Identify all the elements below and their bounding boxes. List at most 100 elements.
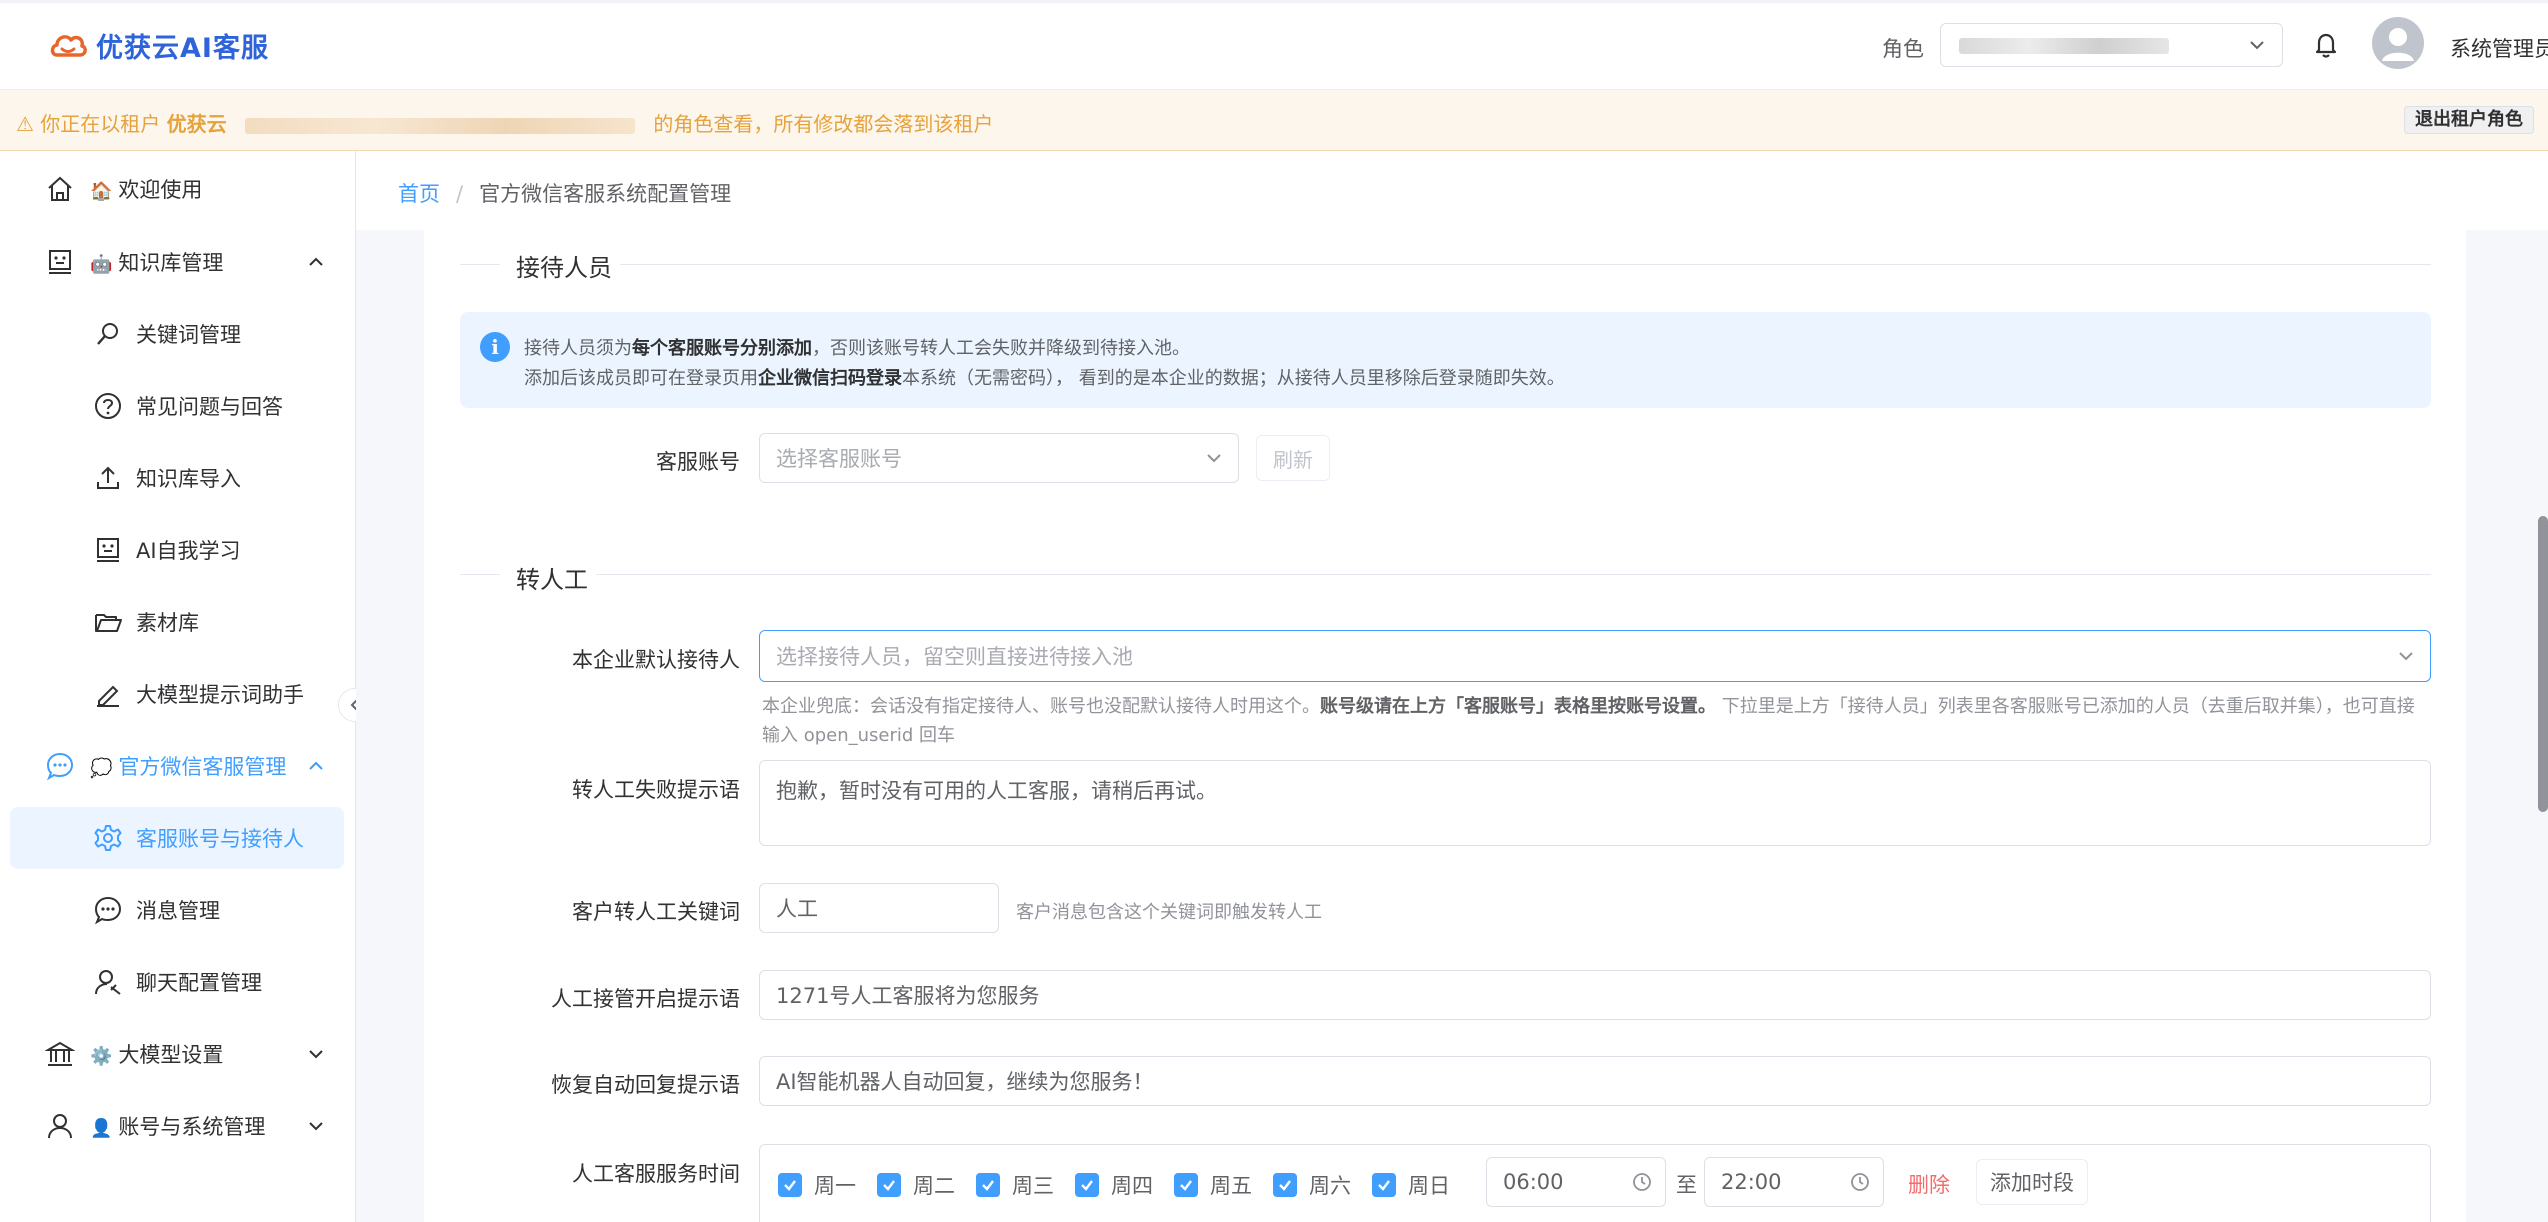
default-receiver-select[interactable]: 选择接待人员，留空则直接进待接入池 xyxy=(759,630,2431,682)
user-avatar-icon xyxy=(2382,28,2414,61)
sidebar-item-llm-settings[interactable]: ⚙️ 大模型设置 xyxy=(0,1023,356,1085)
sidebar-item-knowledge-base[interactable]: 🤖 知识库管理 xyxy=(0,231,356,293)
user-name[interactable]: 系统管理员 xyxy=(2450,33,2548,63)
folder-open-icon xyxy=(92,606,124,638)
sidebar-item-faq[interactable]: 常见问题与回答 xyxy=(0,375,356,437)
breadcrumb: 首页 / 官方微信客服系统配置管理 xyxy=(398,178,731,208)
weekday-label: 周一 xyxy=(814,1174,856,1198)
service-time-label: 人工客服服务时间 xyxy=(572,1162,740,1186)
refresh-button[interactable]: 刷新 xyxy=(1256,435,1330,481)
section-reception: 接待人员 xyxy=(460,240,2431,282)
sidebar-item-label: 素材库 xyxy=(136,611,199,635)
keyword-value: 人工 xyxy=(776,897,818,921)
weekday-checkbox-sun[interactable]: 周日 xyxy=(1372,1170,1450,1200)
tenant-warning-text: ⚠ 你正在以租户 优获云 的角色查看，所有修改都会落到该租户 xyxy=(16,108,993,137)
section-transfer: 转人工 xyxy=(460,558,2431,594)
account-label: 客服账号 xyxy=(656,450,740,474)
brand-name: 优获云AI客服 xyxy=(96,32,269,64)
default-receiver-hint: 本企业兜底：会话没有指定接待人、账号也没配默认接待人时用这个。账号级请在上方「客… xyxy=(762,696,2415,717)
checkbox-checked-icon xyxy=(877,1173,901,1197)
weekday-label: 周日 xyxy=(1408,1174,1450,1198)
checkbox-checked-icon xyxy=(976,1173,1000,1197)
default-receiver-hint-2: 输入 open_userid 回车 xyxy=(762,725,956,746)
weekday-label: 周六 xyxy=(1309,1174,1351,1198)
takeover-label: 人工接管开启提示语 xyxy=(551,987,740,1011)
bank-building-icon xyxy=(44,1038,76,1070)
sidebar-item-service-accounts[interactable]: 客服账号与接待人 xyxy=(10,807,344,869)
sidebar: 🏠 欢迎使用 🤖 知识库管理 关键词管理 常见问题与回答 知识库导入 AI自我学习 … xyxy=(0,151,356,1222)
start-time-value: 06:00 xyxy=(1503,1170,1564,1194)
exit-tenant-role-button[interactable]: 退出租户角色 xyxy=(2404,106,2534,134)
bell-icon[interactable] xyxy=(2312,30,2340,60)
cloud-logo-icon xyxy=(50,35,87,57)
select-placeholder: 选择客服账号 xyxy=(776,447,902,471)
sidebar-item-label: 常见问题与回答 xyxy=(136,395,283,419)
delete-slot-button[interactable]: 删除 xyxy=(1908,1169,1950,1199)
sidebar-item-label: 知识库管理 xyxy=(118,251,224,275)
sidebar-item-account-system[interactable]: 👤 账号与系统管理 xyxy=(0,1095,356,1157)
home-icon xyxy=(44,173,76,205)
weekday-checkbox-fri[interactable]: 周五 xyxy=(1174,1170,1252,1200)
sidebar-item-messages[interactable]: 消息管理 xyxy=(0,879,356,941)
breadcrumb-current: 官方微信客服系统配置管理 xyxy=(479,182,732,206)
thought-bubble-emoji-icon: 💭 xyxy=(90,758,113,779)
service-account-select[interactable]: 选择客服账号 xyxy=(759,433,1239,483)
chevron-down-icon xyxy=(2399,652,2413,661)
weekday-label: 周三 xyxy=(1012,1174,1054,1198)
sidebar-item-label: 知识库导入 xyxy=(136,467,241,491)
start-time-picker[interactable]: 06:00 xyxy=(1486,1157,1666,1207)
fail-tip-textarea[interactable]: 抱歉，暂时没有可用的人工客服，请稍后再试。 xyxy=(759,760,2431,846)
role-value-redacted xyxy=(1959,38,2169,54)
end-time-picker[interactable]: 22:00 xyxy=(1704,1157,1884,1207)
weekday-checkbox-sat[interactable]: 周六 xyxy=(1273,1170,1351,1200)
search-icon xyxy=(92,318,124,350)
avatar[interactable] xyxy=(2372,17,2424,69)
takeover-input[interactable]: 1271号人工客服将为您服务 xyxy=(759,970,2431,1020)
sidebar-item-keywords[interactable]: 关键词管理 xyxy=(0,303,356,365)
sidebar-item-label: 欢迎使用 xyxy=(118,178,203,202)
section-title: 转人工 xyxy=(516,566,588,594)
weekday-label: 周二 xyxy=(913,1174,955,1198)
sidebar-item-ai-learning[interactable]: AI自我学习 xyxy=(0,519,356,581)
clock-icon xyxy=(1633,1173,1651,1191)
app-logo[interactable]: 优获云AI客服 xyxy=(48,25,269,65)
robot-face-icon xyxy=(92,534,124,566)
sidebar-item-label: 账号与系统管理 xyxy=(118,1115,266,1139)
scrollbar[interactable] xyxy=(2538,516,2548,812)
sidebar-item-welcome[interactable]: 🏠 欢迎使用 xyxy=(0,158,356,220)
gear-emoji-icon: ⚙️ xyxy=(90,1046,113,1067)
keyword-input[interactable]: 人工 xyxy=(759,883,999,933)
weekday-checkbox-thu[interactable]: 周四 xyxy=(1075,1170,1153,1200)
sidebar-item-chat-config[interactable]: 聊天配置管理 xyxy=(0,951,356,1013)
sidebar-item-label: 大模型提示词助手 xyxy=(136,683,304,707)
robot-emoji-icon: 🤖 xyxy=(90,254,113,275)
resume-input[interactable]: AI智能机器人自动回复，继续为您服务！ xyxy=(759,1056,2431,1106)
role-select[interactable] xyxy=(1940,23,2283,67)
chat-dots-icon xyxy=(92,894,124,926)
weekday-checkbox-wed[interactable]: 周三 xyxy=(976,1170,1054,1200)
sidebar-item-materials[interactable]: 素材库 xyxy=(0,591,356,653)
weekday-checkbox-tue[interactable]: 周二 xyxy=(877,1170,955,1200)
chevron-up-icon xyxy=(309,761,323,770)
chevron-down-icon xyxy=(2250,41,2264,50)
warning-prefix: ⚠ 你正在以租户 xyxy=(16,112,161,136)
add-slot-button[interactable]: 添加时段 xyxy=(1976,1159,2088,1205)
breadcrumb-home[interactable]: 首页 xyxy=(398,182,440,206)
user-settings-icon xyxy=(92,966,124,998)
section-title: 接待人员 xyxy=(516,254,612,282)
sidebar-item-label: 官方微信客服管理 xyxy=(118,755,287,779)
chevron-up-icon xyxy=(309,257,323,266)
info-line-2: 添加后该成员即可在登录页用企业微信扫码登录本系统（无需密码）， 看到的是本企业的… xyxy=(524,368,1565,389)
sidebar-item-wechat-service[interactable]: 💭 官方微信客服管理 xyxy=(0,735,356,797)
person-emoji-icon: 👤 xyxy=(90,1118,113,1139)
fail-tip-label: 转人工失败提示语 xyxy=(572,778,740,802)
sidebar-item-prompt-assistant[interactable]: 大模型提示词助手 xyxy=(0,663,356,725)
weekday-checkbox-mon[interactable]: 周一 xyxy=(778,1170,856,1200)
weekday-label: 周五 xyxy=(1210,1174,1252,1198)
role-label: 角色 xyxy=(1882,37,1924,61)
keyword-hint: 客户消息包含这个关键词即触发转人工 xyxy=(1016,902,1322,923)
chat-bubble-icon xyxy=(44,750,76,782)
sidebar-item-kb-import[interactable]: 知识库导入 xyxy=(0,447,356,509)
tenant-warning-bar: ⚠ 你正在以租户 优获云 的角色查看，所有修改都会落到该租户 退出租户角色 xyxy=(0,90,2548,151)
question-circle-icon xyxy=(92,390,124,422)
